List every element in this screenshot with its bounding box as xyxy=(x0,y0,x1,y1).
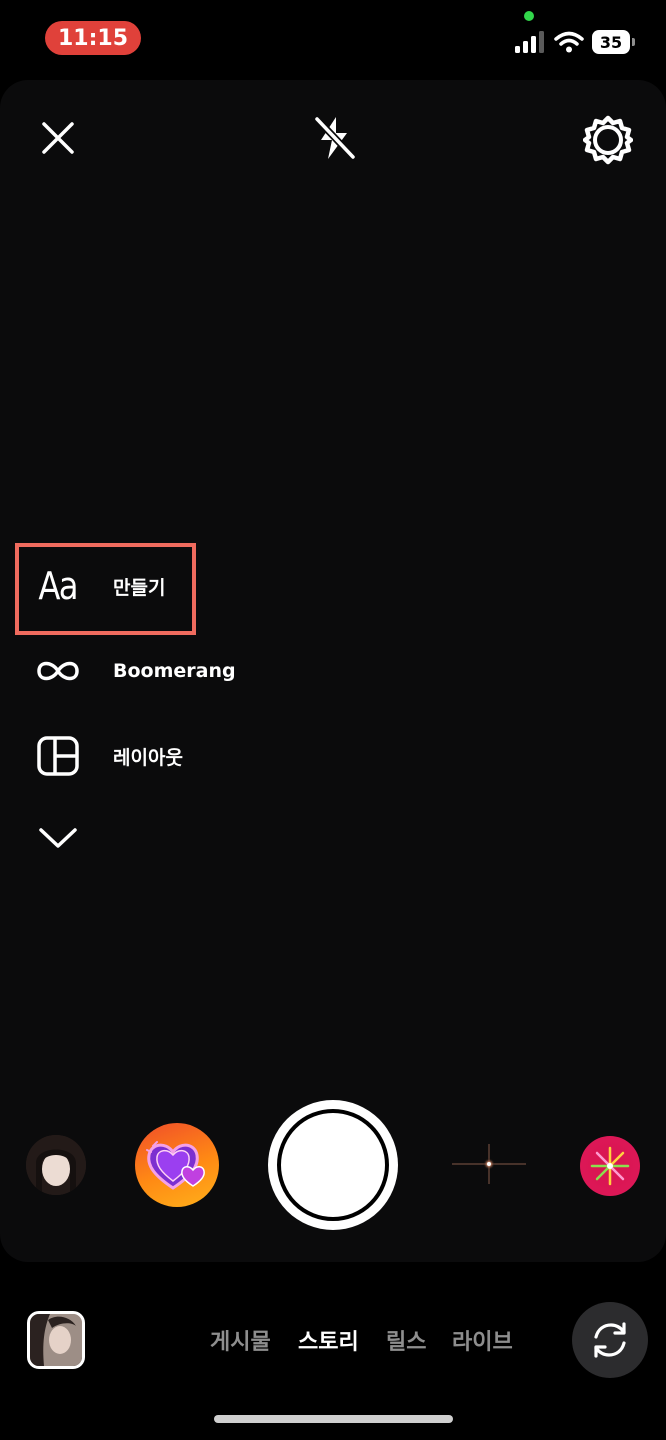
layout-grid-icon xyxy=(37,736,79,776)
side-item-layout[interactable]: 레이아웃 xyxy=(24,721,183,791)
camera-flip-icon xyxy=(594,1322,626,1358)
status-time: 11:15 xyxy=(45,21,141,55)
expand-menu-button[interactable] xyxy=(38,820,78,856)
burst-effect[interactable] xyxy=(580,1136,640,1196)
firework-icon xyxy=(590,1146,630,1186)
gallery-thumbnail-button[interactable] xyxy=(27,1311,85,1369)
close-button[interactable] xyxy=(34,114,82,162)
side-item-label-boomerang: Boomerang xyxy=(113,660,236,682)
gallery-thumbnail-image xyxy=(30,1314,82,1366)
signal-icon xyxy=(515,31,544,53)
shutter-button[interactable] xyxy=(268,1100,398,1230)
tab-post[interactable]: 게시물 xyxy=(210,1324,271,1356)
status-time-text: 11:15 xyxy=(57,25,129,51)
highlight-box xyxy=(15,543,196,635)
tab-story[interactable]: 스토리 xyxy=(298,1324,359,1356)
side-item-label-layout: 레이아웃 xyxy=(113,746,183,769)
avatar-effect[interactable] xyxy=(26,1135,86,1195)
flash-toggle-button[interactable] xyxy=(306,112,362,164)
shutter-inner-circle xyxy=(277,1109,389,1221)
flash-off-icon xyxy=(313,115,357,161)
settings-gear-icon xyxy=(583,115,633,165)
privacy-indicator-dot xyxy=(524,11,534,21)
avatar-face-icon xyxy=(26,1135,86,1195)
close-icon xyxy=(42,122,74,154)
tab-reels[interactable]: 릴스 xyxy=(386,1324,426,1356)
wifi-icon xyxy=(554,31,584,53)
camera-screen: 11:15 35 Aa 만들기 Boomerang 레이아웃 게시물 스토리 릴… xyxy=(0,0,666,1440)
home-indicator[interactable] xyxy=(214,1415,453,1423)
battery-level: 35 xyxy=(599,32,623,52)
heart-icon xyxy=(146,1141,205,1190)
sparkle-effect[interactable] xyxy=(450,1140,528,1188)
settings-button[interactable] xyxy=(580,112,636,168)
battery-icon: 35 xyxy=(592,30,635,54)
infinity-icon xyxy=(37,661,79,681)
tab-live[interactable]: 라이브 xyxy=(452,1324,513,1356)
chevron-down-icon xyxy=(39,828,77,848)
camera-flip-button[interactable] xyxy=(572,1302,648,1378)
heart-effect[interactable] xyxy=(135,1123,219,1207)
side-item-boomerang[interactable]: Boomerang xyxy=(24,636,236,706)
